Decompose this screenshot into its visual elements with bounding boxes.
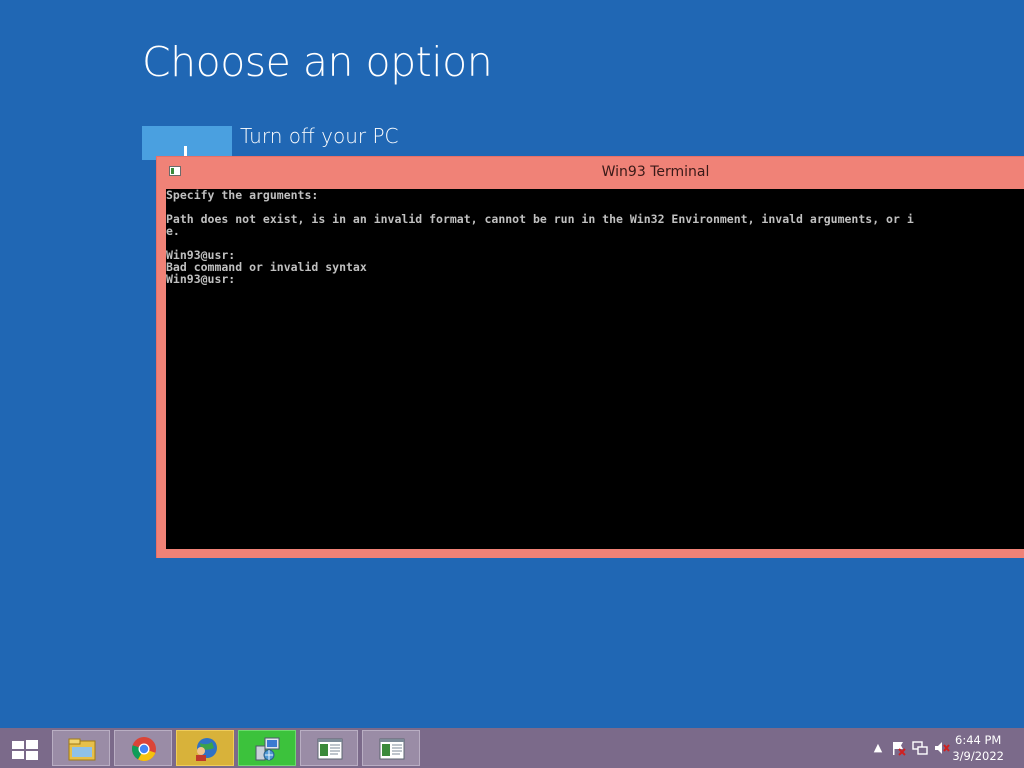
start-button[interactable] — [0, 730, 50, 766]
globe-person-icon — [196, 738, 217, 761]
network-icon[interactable] — [912, 740, 928, 756]
clock-time: 6:44 PM — [955, 733, 1002, 747]
turn-off-option-label[interactable]: Turn off your PC — [240, 124, 399, 148]
terminal-title: Win93 Terminal — [601, 164, 710, 180]
show-hidden-icons-icon[interactable]: ▲ — [870, 740, 886, 756]
clock-date: 3/9/2022 — [952, 749, 1004, 763]
recovery-screen: Choose an option Turn off your PC Win93 … — [0, 0, 1024, 728]
system-tray: ▲ 6:44 PM 3/9/2022 — [844, 728, 1024, 768]
taskbar: ▲ 6:44 PM 3/9/2022 — [0, 728, 1024, 768]
page-title: Choose an option — [142, 38, 493, 86]
terminal-console[interactable]: Specify the arguments: Path does not exi… — [166, 189, 1024, 549]
window-icon — [379, 738, 405, 760]
terminal-titlebar[interactable]: Win93 Terminal — [157, 157, 1024, 189]
clock[interactable]: 6:44 PM 3/9/2022 — [952, 732, 1004, 764]
taskbar-file-explorer[interactable] — [52, 730, 110, 766]
terminal-window[interactable]: Win93 Terminal Specify the arguments: Pa… — [156, 156, 1024, 558]
volume-muted-icon[interactable] — [934, 740, 950, 756]
taskbar-terminal-window-2[interactable] — [362, 730, 420, 766]
network-computer-icon — [255, 737, 280, 761]
taskbar-chrome[interactable] — [114, 730, 172, 766]
folder-icon — [68, 738, 96, 761]
windows-logo-icon — [12, 740, 38, 760]
taskbar-internet-app[interactable] — [176, 730, 234, 766]
turn-off-option-tile[interactable] — [142, 126, 232, 160]
taskbar-terminal-window-1[interactable] — [300, 730, 358, 766]
terminal-output: Specify the arguments: Path does not exi… — [166, 189, 914, 286]
action-center-flag-icon[interactable] — [890, 740, 906, 756]
window-icon — [317, 738, 343, 760]
taskbar-network-setup[interactable] — [238, 730, 296, 766]
chrome-icon — [132, 737, 156, 761]
